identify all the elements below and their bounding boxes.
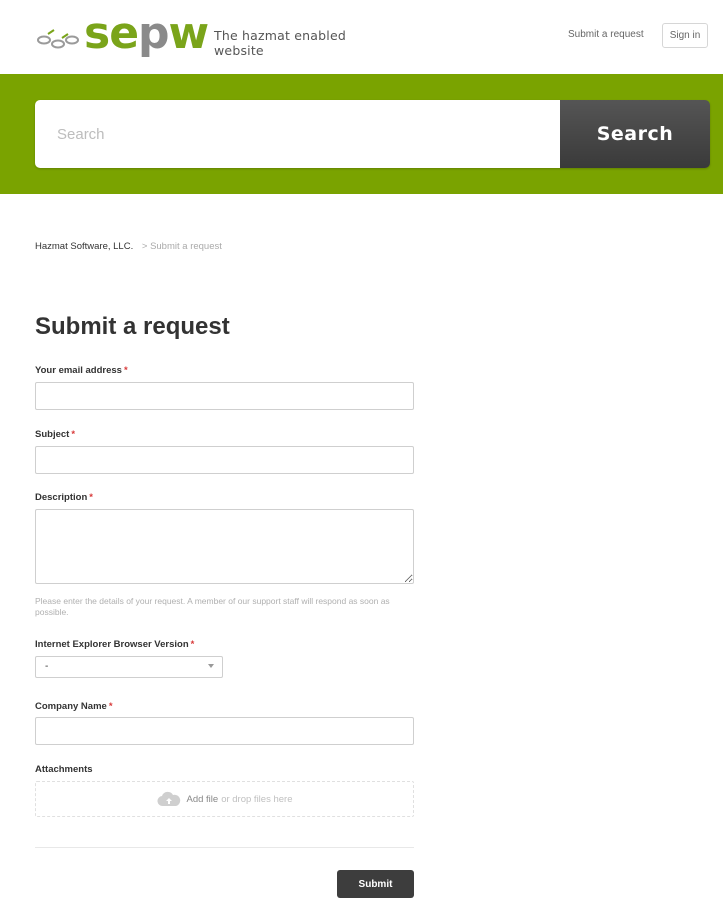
add-file-link[interactable]: Add file bbox=[187, 794, 219, 805]
ie-version-select[interactable]: - bbox=[35, 656, 223, 678]
logo-tagline: The hazmat enabled website bbox=[214, 28, 346, 58]
subject-label: Subject * bbox=[35, 429, 76, 440]
search-banner: Search bbox=[0, 74, 723, 194]
submit-button[interactable]: Submit bbox=[337, 870, 414, 898]
required-mark: * bbox=[108, 701, 113, 712]
chevron-down-icon bbox=[208, 664, 214, 668]
drop-files-text: or drop files here bbox=[221, 793, 293, 805]
company-label: Company Name * bbox=[35, 701, 113, 712]
ie-version-selected-value: - bbox=[45, 661, 49, 672]
ie-version-label: Internet Explorer Browser Version * bbox=[35, 639, 195, 650]
breadcrumb-home-link[interactable]: Hazmat Software, LLC. bbox=[35, 241, 133, 252]
description-hint: Please enter the details of your request… bbox=[35, 596, 390, 617]
attachments-dropzone[interactable]: Add file or drop files here bbox=[35, 781, 414, 817]
molecule-logo-icon bbox=[37, 29, 79, 49]
submit-request-link[interactable]: Submit a request bbox=[568, 29, 644, 40]
site-header: sepw The hazmat enabled website Submit a… bbox=[0, 0, 723, 74]
subject-field[interactable] bbox=[35, 446, 414, 474]
search-input[interactable] bbox=[35, 100, 560, 168]
required-mark: * bbox=[89, 492, 93, 503]
logo-wordmark: sepw bbox=[84, 8, 209, 59]
form-divider bbox=[35, 847, 414, 848]
search-bar: Search bbox=[35, 100, 710, 168]
required-mark: * bbox=[123, 365, 128, 376]
search-button[interactable]: Search bbox=[560, 100, 710, 168]
required-mark: * bbox=[71, 429, 76, 440]
required-mark: * bbox=[190, 639, 195, 650]
breadcrumb-separator: > bbox=[141, 241, 148, 252]
page-title: Submit a request bbox=[35, 313, 230, 340]
breadcrumb: Hazmat Software, LLC. > Submit a request bbox=[35, 241, 222, 252]
email-field[interactable] bbox=[35, 382, 414, 410]
cloud-upload-icon bbox=[156, 791, 180, 807]
attachments-label: Attachments bbox=[35, 764, 93, 775]
description-field[interactable] bbox=[35, 509, 414, 584]
email-label: Your email address * bbox=[35, 365, 128, 376]
site-logo[interactable]: sepw The hazmat enabled website bbox=[36, 12, 376, 60]
company-field[interactable] bbox=[35, 717, 414, 745]
sign-in-button[interactable]: Sign in bbox=[662, 23, 708, 48]
breadcrumb-current: Submit a request bbox=[150, 241, 222, 252]
description-label: Description * bbox=[35, 492, 93, 503]
